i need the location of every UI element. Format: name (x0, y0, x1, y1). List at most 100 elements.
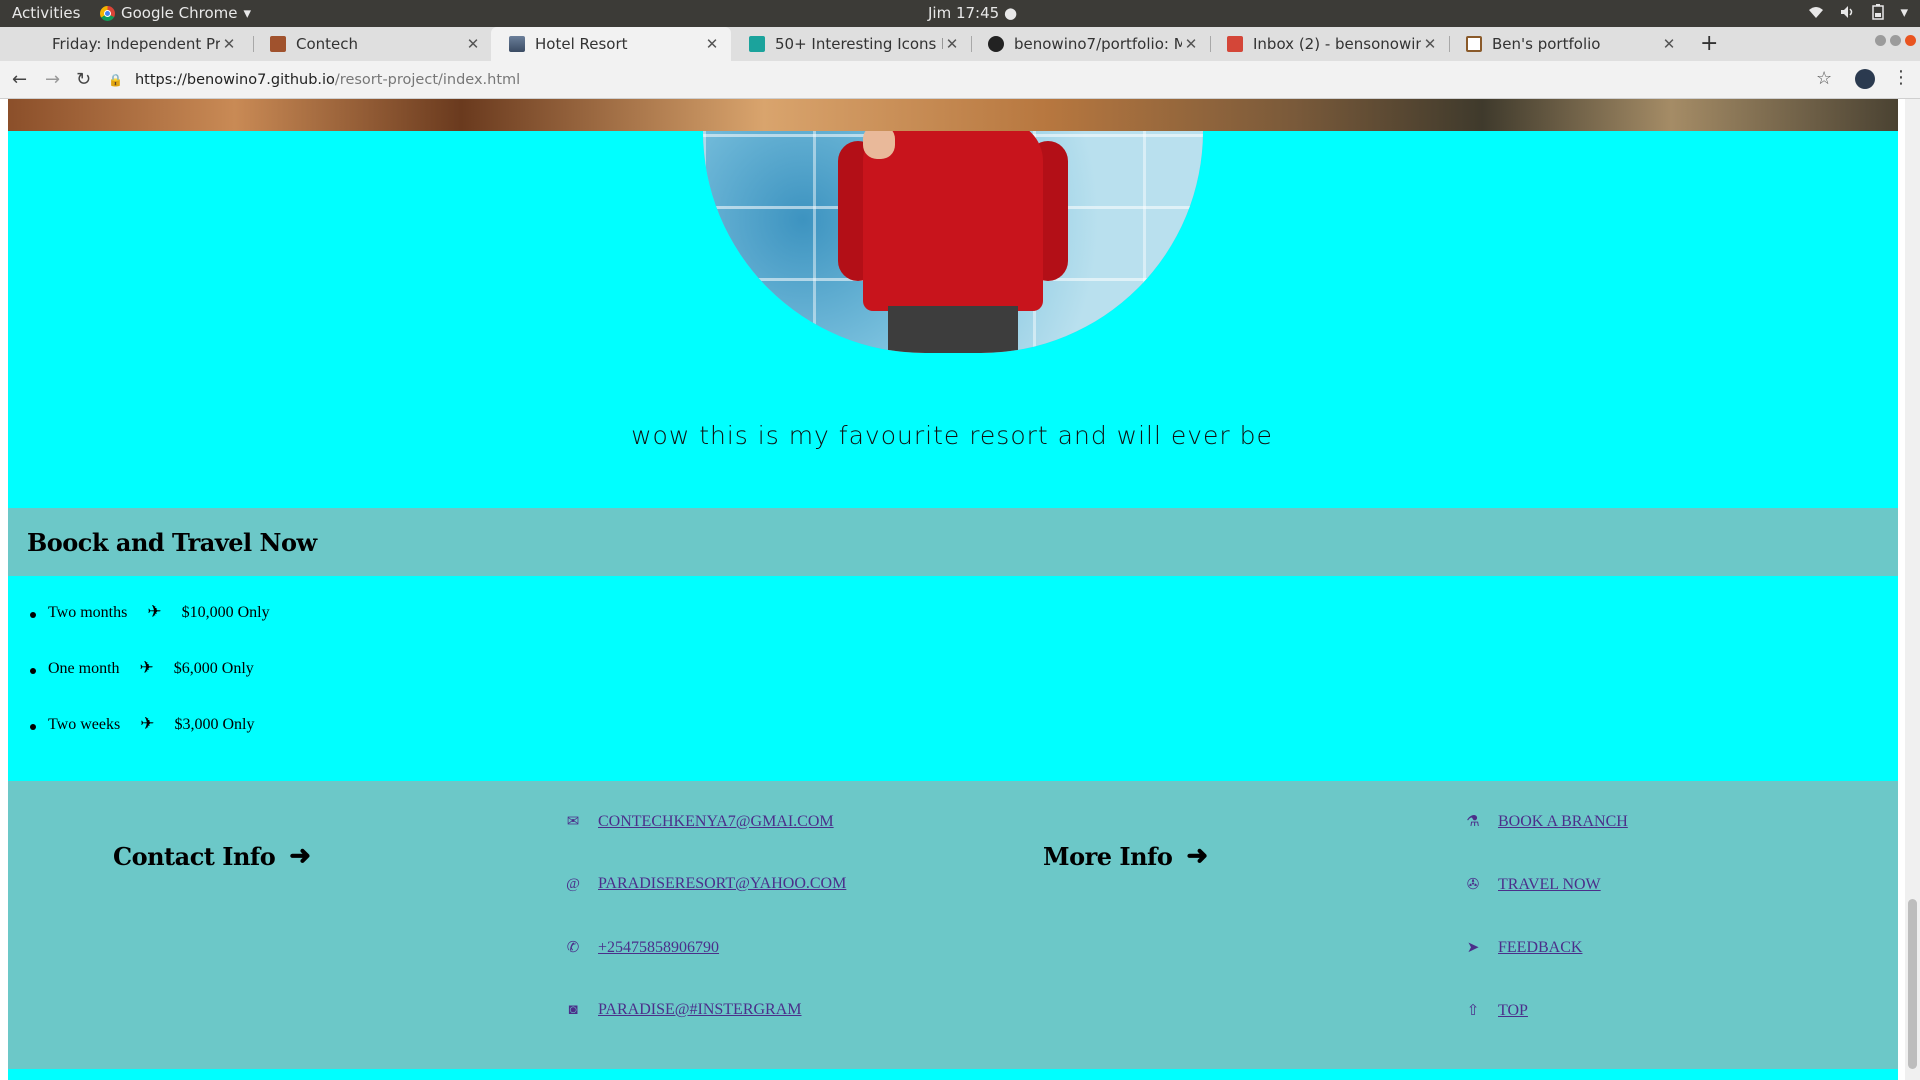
clock[interactable]: Jim 17:45 ● (928, 4, 1017, 22)
scrollbar-thumb[interactable] (1908, 899, 1917, 1069)
bullet-icon (30, 612, 36, 618)
email-link[interactable]: CONTECHKENYA7@GMAI.COM (598, 813, 834, 831)
bookmark-star-icon[interactable]: ☆ (1816, 68, 1832, 89)
hero-image-strip (8, 99, 1898, 131)
caret-down-icon: ▾ (243, 4, 252, 22)
profile-avatar[interactable] (1855, 69, 1875, 89)
tab-portfolio[interactable]: Ben's portfolio ✕ (1448, 27, 1688, 61)
plan-duration: Two months (48, 604, 128, 621)
feedback-link[interactable]: FEEDBACK (1498, 939, 1582, 957)
portfolio-favicon-icon (1466, 36, 1482, 52)
tab-inbox[interactable]: Inbox (2) - bensonowino7 ✕ (1209, 27, 1449, 61)
more-info-heading: More Info ➜ (1043, 841, 1208, 871)
more-link-top: ⇧ TOP (1462, 1001, 1528, 1020)
more-link-feedback: ➤ FEEDBACK (1462, 938, 1583, 957)
icons-favicon-icon (749, 36, 765, 52)
travel-now-link[interactable]: TRAVEL NOW (1498, 876, 1601, 894)
close-tab-icon[interactable]: ✕ (1660, 35, 1678, 53)
arrow-right-icon: ➜ (1186, 841, 1208, 871)
tab-icons[interactable]: 50+ Interesting Icons Pho ✕ (731, 27, 971, 61)
chrome-icon (100, 5, 115, 21)
tab-title: 50+ Interesting Icons Pho (775, 35, 943, 53)
contact-info-heading: Contact Info ➜ (113, 841, 311, 871)
book-a-branch-link[interactable]: BOOK A BRANCH (1498, 813, 1628, 831)
close-window-icon[interactable] (1905, 35, 1916, 46)
at-icon: @ (566, 875, 580, 892)
plan-duration: Two weeks (48, 716, 121, 733)
app-menu[interactable]: Google Chrome ▾ (100, 4, 251, 22)
tab-title: Hotel Resort (535, 35, 628, 53)
close-tab-icon[interactable]: ✕ (1182, 35, 1200, 53)
volume-icon (1841, 6, 1853, 18)
envelope-icon: ✉ (566, 814, 580, 830)
yahoo-email-link[interactable]: PARADISERESORT@YAHOO.COM (598, 875, 846, 893)
phone-icon: ✆ (566, 940, 580, 956)
chrome-menu-icon[interactable]: ⋮ (1892, 67, 1910, 88)
activities-button[interactable]: Activities (12, 4, 80, 22)
tab-title: Contech (296, 35, 359, 53)
contech-favicon-icon (270, 36, 286, 52)
more-link-travel: ✇ TRAVEL NOW (1462, 875, 1601, 894)
plane-icon: ✈ (139, 658, 154, 677)
close-tab-icon[interactable]: ✕ (943, 35, 961, 53)
browser-toolbar: ← → ↻ 🔒 https://benowino7.github.io /res… (0, 61, 1920, 99)
paper-plane-icon: ➤ (1466, 940, 1480, 956)
address-bar[interactable]: 🔒 https://benowino7.github.io /resort-pr… (108, 67, 1818, 93)
tab-hotel-resort[interactable]: Hotel Resort ✕ (491, 27, 731, 61)
close-tab-icon[interactable]: ✕ (220, 35, 238, 53)
forward-arrow-icon[interactable]: → (45, 69, 60, 90)
resort-favicon-icon (509, 36, 525, 52)
contact-info-label: Contact Info (113, 841, 276, 871)
top-link[interactable]: TOP (1498, 1002, 1528, 1020)
bullet-icon (30, 724, 36, 730)
more-link-book: ⚗ BOOK A BRANCH (1462, 812, 1628, 831)
phone-link[interactable]: +25475858906790 (598, 939, 719, 957)
contact-link-yahoo: @ PARADISERESORT@YAHOO.COM (562, 875, 846, 893)
more-info-label: More Info (1043, 841, 1173, 871)
helicopter-icon: ✇ (1466, 877, 1480, 893)
arrow-circle-up-icon: ⇧ (1466, 1003, 1480, 1019)
url-host: https://benowino7.github.io (134, 72, 335, 88)
tab-github[interactable]: benowino7/portfolio: My ✕ (970, 27, 1210, 61)
tab-friday[interactable]: Friday: Independent Proje ✕ (8, 27, 248, 61)
window-controls (1875, 35, 1916, 46)
close-tab-icon[interactable]: ✕ (464, 35, 482, 53)
contact-link-instagram: ◙ PARADISE@#INSTERGRAM (562, 1001, 802, 1019)
minimize-icon[interactable] (1875, 35, 1886, 46)
wifi-icon (1809, 7, 1824, 18)
contact-link-phone: ✆ +25475858906790 (562, 938, 719, 957)
guest-photo (703, 131, 1203, 353)
tab-title: Friday: Independent Proje (52, 35, 220, 53)
plan-item: Two months ✈ $10,000 Only (30, 603, 270, 660)
instagram-link[interactable]: PARADISE@#INSTERGRAM (598, 1001, 802, 1019)
tab-title: benowino7/portfolio: My (1014, 35, 1182, 53)
plan-price: $3,000 Only (174, 716, 255, 733)
close-tab-icon[interactable]: ✕ (1421, 35, 1439, 53)
contact-link-email: ✉ CONTECHKENYA7@GMAI.COM (562, 812, 834, 831)
footer: Contact Info ➜ ✉ CONTECHKENYA7@GMAI.COM … (8, 781, 1898, 1069)
maximize-icon[interactable] (1890, 35, 1901, 46)
battery-icon (1872, 4, 1885, 20)
plan-duration: One month (48, 660, 120, 677)
plan-price: $6,000 Only (173, 660, 254, 677)
tab-strip: Friday: Independent Proje ✕ Contech ✕ Ho… (0, 27, 1920, 61)
reload-icon[interactable]: ↻ (76, 69, 91, 90)
plane-icon: ✈ (140, 714, 155, 733)
close-tab-icon[interactable]: ✕ (703, 35, 721, 53)
new-tab-button[interactable]: + (1700, 31, 1718, 56)
testimonial-quote: wow this is my favourite resort and will… (631, 421, 1273, 450)
system-tray[interactable]: ▾ (1808, 3, 1908, 21)
back-arrow-icon[interactable]: ← (12, 69, 27, 90)
book-banner: Boock and Travel Now (8, 508, 1898, 576)
system-top-bar: Activities Google Chrome ▾ Jim 17:45 ● ▾ (0, 0, 1920, 27)
tab-title: Inbox (2) - bensonowino7 (1253, 35, 1421, 53)
tab-title: Ben's portfolio (1492, 35, 1601, 53)
camera-icon: ◙ (568, 1001, 578, 1018)
blank-favicon-icon (26, 36, 42, 52)
plans-list: Two months ✈ $10,000 Only One month ✈ $6… (30, 603, 270, 772)
gmail-icon (1227, 36, 1243, 52)
arrow-right-icon: ➜ (289, 841, 311, 871)
bullet-icon (30, 668, 36, 674)
app-menu-label: Google Chrome (121, 4, 238, 22)
tab-contech[interactable]: Contech ✕ (252, 27, 492, 61)
